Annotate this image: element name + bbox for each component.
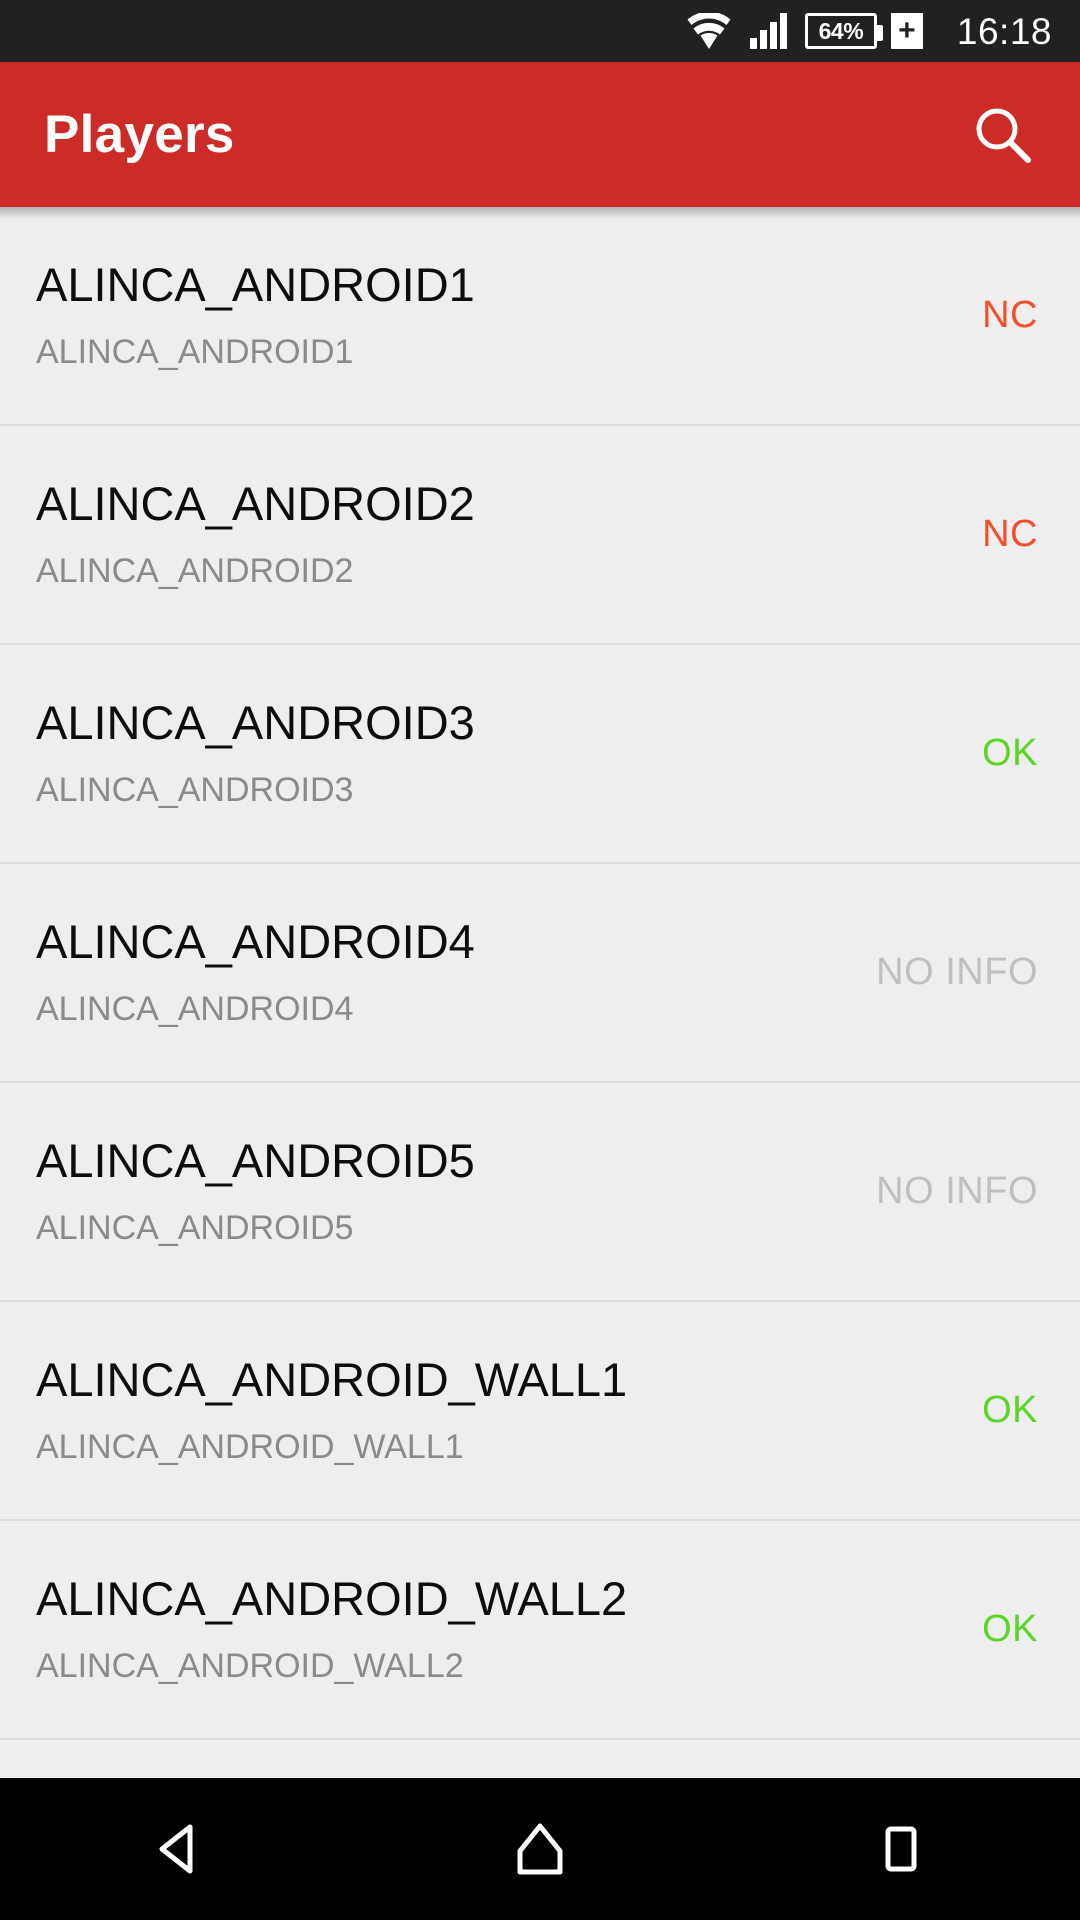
list-item-title: ALINCA_ANDROID_WALL2: [36, 1571, 628, 1625]
list-item-title: ALINCA_ANDROID_WALL1: [36, 1352, 628, 1406]
battery-percent-label: 64%: [818, 17, 864, 44]
list-item-texts: ALINCA_ANDROID_WALL2 ALINCA_ANDROID_WALL2: [36, 1574, 627, 1685]
status-bar: 64% + 16:18: [0, 0, 1080, 62]
page-title: Players: [44, 105, 235, 164]
status-badge: OK: [982, 732, 1038, 774]
status-badge: NC: [982, 513, 1038, 555]
recents-square-icon[interactable]: [825, 1778, 975, 1920]
list-item[interactable]: ALINCA_ANDROID2 ALINCA_ANDROID2 NC: [0, 426, 1080, 645]
list-item[interactable]: ALINCA_ANDROID3 ALINCA_ANDROID3 OK: [0, 645, 1080, 864]
home-icon[interactable]: [465, 1778, 615, 1920]
list-item-texts: ALINCA_ANDROID3 ALINCA_ANDROID3: [36, 698, 475, 809]
list-item-texts: ALINCA_ANDROID1 ALINCA_ANDROID1: [36, 260, 475, 371]
status-icons: 64% + 16:18: [687, 13, 1052, 50]
list-item-texts: ALINCA_ANDROID_WALL1 ALINCA_ANDROID_WALL1: [36, 1355, 627, 1466]
list-item-subtitle: ALINCA_ANDROID3: [36, 771, 354, 810]
list-item[interactable]: ALINCA_ANDROID1 ALINCA_ANDROID1 NC: [0, 207, 1080, 426]
list-item[interactable]: ALINCA_ANDROID5 ALINCA_ANDROID5 NO INFO: [0, 1083, 1080, 1302]
list-item-subtitle: ALINCA_ANDROID2: [36, 552, 354, 591]
list-item[interactable]: ALINCA_ANDROID4 ALINCA_ANDROID4 NO INFO: [0, 864, 1080, 1083]
list-item-title: ALINCA_ANDROID2: [36, 476, 475, 530]
battery-charging-plus-icon: +: [890, 13, 923, 49]
list-item-subtitle: ALINCA_ANDROID5: [36, 1209, 354, 1248]
list-item-subtitle: ALINCA_ANDROID_WALL2: [36, 1647, 464, 1686]
status-badge: OK: [982, 1608, 1038, 1650]
list-item-title: ALINCA_ANDROID3: [36, 695, 475, 749]
search-icon[interactable]: [964, 96, 1042, 174]
list-item-subtitle: ALINCA_ANDROID_WALL1: [36, 1428, 464, 1467]
list-item-title: ALINCA_ANDROID4: [36, 914, 475, 968]
list-item-title: ALINCA_ANDROID5: [36, 1133, 475, 1187]
status-badge: NO INFO: [876, 1170, 1038, 1212]
status-badge: NO INFO: [876, 951, 1038, 993]
app-bar-shadow: [0, 207, 1080, 219]
android-navigation-bar: [0, 1778, 1080, 1920]
battery-icon: 64%: [804, 13, 883, 49]
app-bar: Players: [0, 62, 1080, 207]
status-badge: NC: [982, 294, 1038, 336]
list-item-title: ALINCA_ANDROID1: [36, 257, 475, 311]
list-item-subtitle: ALINCA_ANDROID1: [36, 333, 354, 372]
cellular-signal-icon: [749, 13, 787, 49]
list-item[interactable]: ALINCA_ANDROID_WALL2 ALINCA_ANDROID_WALL2…: [0, 1521, 1080, 1740]
status-badge: OK: [982, 1389, 1038, 1431]
status-bar-clock: 16:18: [956, 10, 1052, 52]
players-list[interactable]: ALINCA_ANDROID1 ALINCA_ANDROID1 NC ALINCA_A…: [0, 207, 1080, 1778]
list-item[interactable]: ALINCA_ANDROID_WALL1 ALINCA_ANDROID_WALL1…: [0, 1302, 1080, 1521]
wifi-icon: [687, 13, 731, 49]
battery-indicator: 64% +: [804, 13, 923, 49]
list-item-subtitle: ALINCA_ANDROID4: [36, 990, 354, 1029]
list-item-texts: ALINCA_ANDROID2 ALINCA_ANDROID2: [36, 479, 475, 590]
back-triangle-icon[interactable]: [105, 1778, 255, 1920]
list-item-texts: ALINCA_ANDROID5 ALINCA_ANDROID5: [36, 1136, 475, 1247]
list-item-texts: ALINCA_ANDROID4 ALINCA_ANDROID4: [36, 917, 475, 1028]
